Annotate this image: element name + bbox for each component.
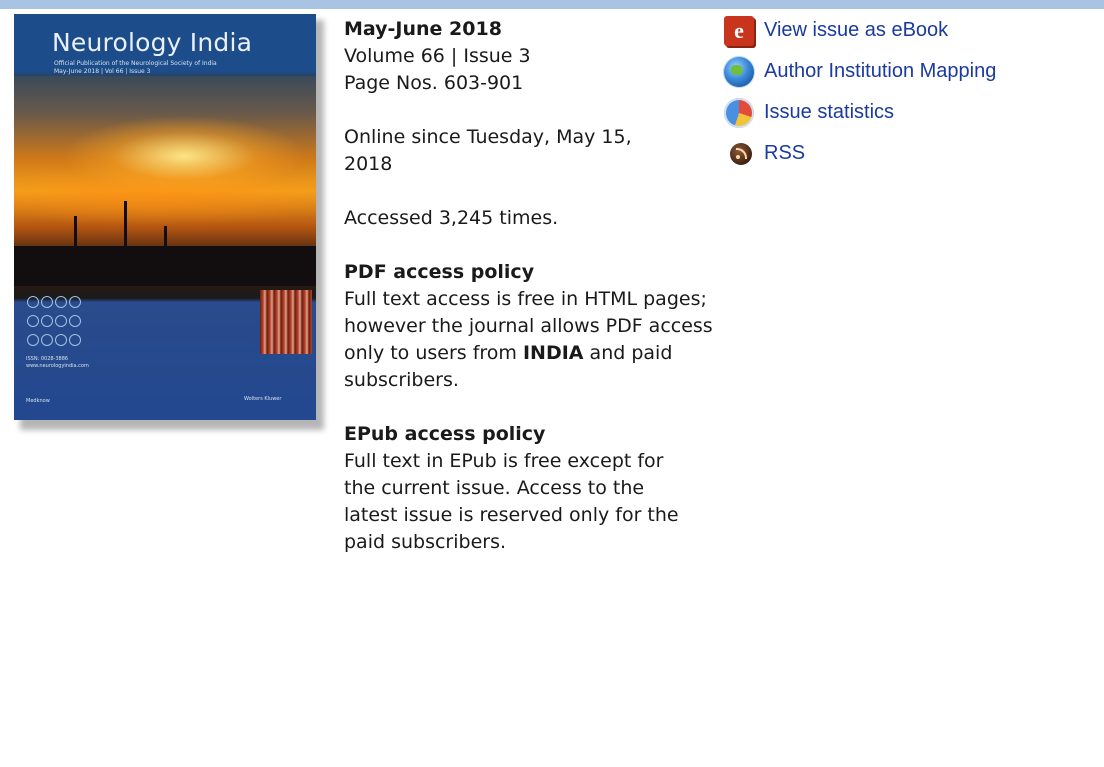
cover-subtitle-line2: May-June 2018 | Vol 66 | Issue 3 [54, 68, 151, 75]
cover-circle-icon [69, 296, 81, 308]
pdf-policy-heading: PDF access policy [344, 261, 535, 283]
epub-policy-heading: EPub access policy [344, 423, 546, 445]
issue-info: May-June 2018 Volume 66 | Issue 3 Page N… [344, 16, 714, 556]
cover-circle-icon [69, 334, 81, 346]
link-label[interactable]: RSS [764, 142, 805, 165]
link-label[interactable]: View issue as eBook [764, 19, 948, 42]
cover-circle-icon [55, 296, 67, 308]
cover-subtitle: Official Publication of the Neurological… [54, 60, 217, 76]
cover-circle-icon [55, 334, 67, 346]
cover-image[interactable]: Neurology India Official Publication of … [14, 14, 316, 420]
cover-publisher: Medknow [26, 398, 50, 404]
pdf-policy-text: Full text access is free in HTML pages; … [344, 286, 716, 394]
globe-icon[interactable] [724, 56, 754, 87]
cover-issn-text: ISSN: 0028-3886 [26, 356, 69, 362]
cover-pole [124, 201, 127, 286]
ebook-icon[interactable]: e [724, 15, 754, 46]
link-label[interactable]: Author Institution Mapping [764, 60, 996, 83]
cover-circle-icon [41, 296, 53, 308]
cover-circle-icon [27, 315, 39, 327]
link-label[interactable]: Issue statistics [764, 101, 894, 124]
issue-links: e View issue as eBook Author Institution… [724, 10, 1084, 174]
cover-circle-icon [55, 315, 67, 327]
cover-brain-scan [260, 290, 312, 354]
pie-chart-icon[interactable] [724, 97, 754, 128]
cover-circle-icon [41, 334, 53, 346]
cover-circle-icon [69, 315, 81, 327]
epub-policy-text: Full text in EPub is free except for the… [344, 450, 679, 553]
cover-title: Neurology India [52, 28, 253, 57]
link-issue-statistics[interactable]: Issue statistics [724, 92, 1084, 133]
issue-volume: Volume 66 | Issue 3 [344, 45, 531, 67]
cover-website: www.neurologyindia.com [26, 363, 89, 369]
cover-pole [74, 216, 77, 286]
rss-icon[interactable] [730, 142, 752, 165]
link-author-institution-mapping[interactable]: Author Institution Mapping [724, 51, 1084, 92]
link-view-ebook[interactable]: e View issue as eBook [724, 10, 1084, 51]
cover-subtitle-line1: Official Publication of the Neurological… [54, 60, 217, 67]
cover-icon-grid [26, 294, 86, 351]
issue-date: May-June 2018 [344, 18, 502, 40]
cover-circle-icon [41, 315, 53, 327]
cover-circle-icon [27, 334, 39, 346]
journal-cover[interactable]: Neurology India Official Publication of … [14, 14, 324, 430]
cover-pole [164, 226, 167, 286]
cover-publisher-logo: Wolters Kluwer [244, 396, 282, 402]
top-bar [0, 0, 1104, 9]
issue-access-count: Accessed 3,245 times. [344, 207, 559, 229]
issue-online-since: Online since Tuesday, May 15, 2018 [344, 126, 632, 175]
link-rss[interactable]: RSS [724, 133, 1084, 174]
cover-issn: ISSN: 0028-3886 www.neurologyindia.com [26, 356, 89, 370]
pdf-policy-country: INDIA [522, 342, 584, 364]
cover-circle-icon [27, 296, 39, 308]
issue-pages: Page Nos. 603-901 [344, 72, 524, 94]
cover-sunset-photo [14, 76, 316, 286]
